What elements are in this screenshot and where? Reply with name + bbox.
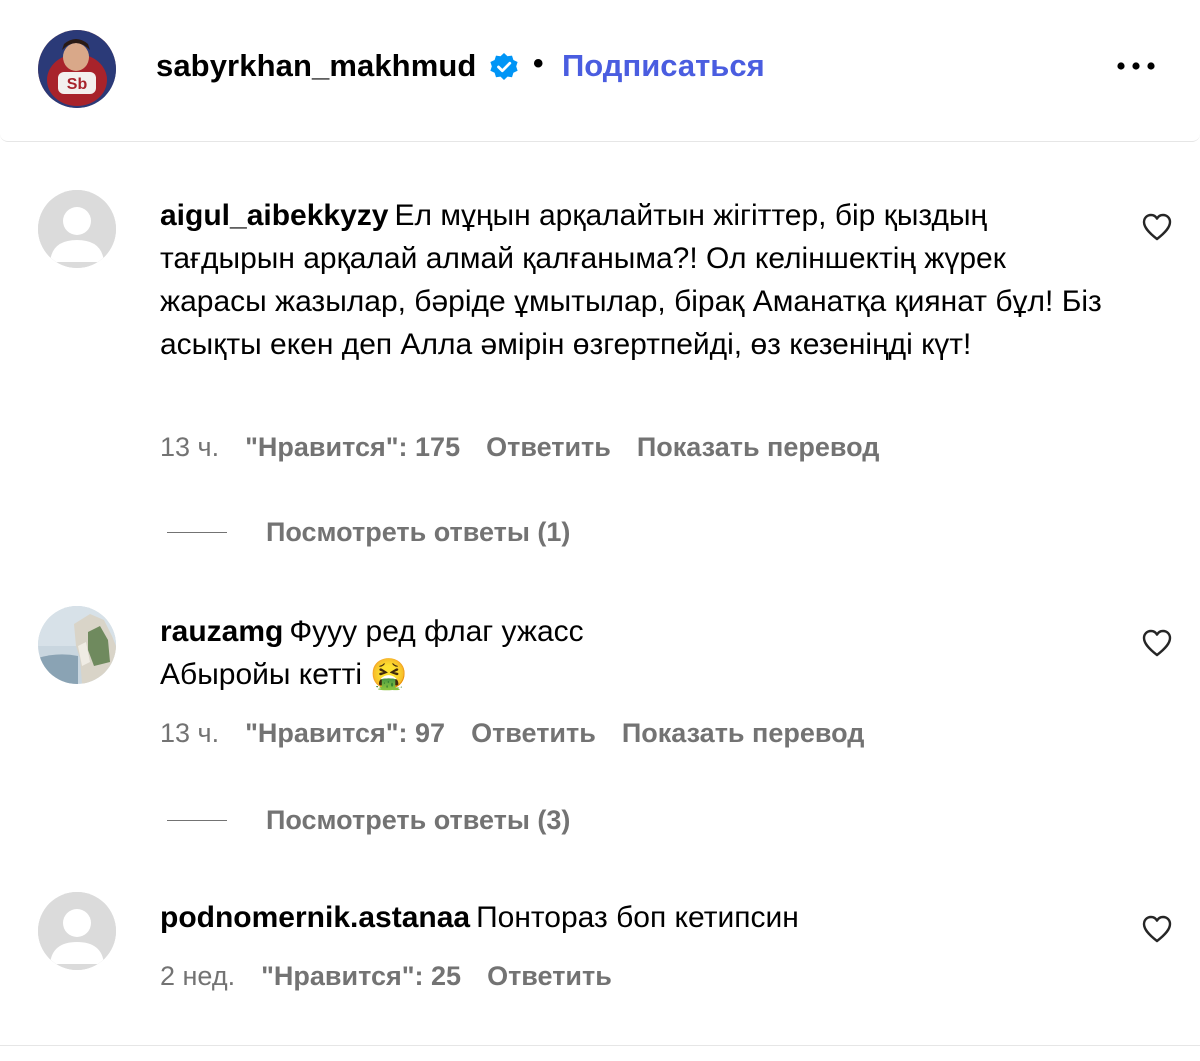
replies-divider-line (167, 532, 227, 533)
comment-meta: 13 ч. "Нравится": 97 Ответить Показать пере… (160, 718, 890, 749)
view-replies-label[interactable]: Посмотреть ответы (1) (266, 517, 570, 548)
show-translation-button[interactable]: Показать перевод (622, 718, 865, 748)
comment-time[interactable]: 13 ч. (160, 432, 219, 462)
reply-button[interactable]: Ответить (487, 961, 612, 991)
comment-likes[interactable]: "Нравится": 97 (245, 718, 445, 748)
verified-badge-icon (490, 53, 518, 80)
comment-text-line: Абыройы кетті (160, 658, 363, 691)
comment-time[interactable]: 13 ч. (160, 718, 219, 748)
separator-dot: • (533, 47, 544, 80)
bottom-divider (0, 1045, 1200, 1046)
comment-meta: 13 ч. "Нравится": 175 Ответить Показать пер… (160, 432, 905, 463)
comment-text: Понтораз боп кетипсин (476, 901, 799, 934)
reply-button[interactable]: Ответить (471, 718, 596, 748)
like-heart-icon[interactable] (1142, 629, 1172, 657)
comment-body: aigul_aibekkyzy Ел мұңын арқалайтын жігіт… (160, 194, 1120, 366)
post-header: Sb sabyrkhan_makhmud • Подписаться (0, 0, 1200, 142)
view-replies-label[interactable]: Посмотреть ответы (3) (266, 805, 570, 836)
like-heart-icon[interactable] (1142, 213, 1172, 241)
show-translation-button[interactable]: Показать перевод (637, 432, 880, 462)
comment-body: podnomernik.astanaa Понтораз боп кетипсин (160, 896, 1120, 939)
comment-meta: 2 нед. "Нравится": 25 Ответить (160, 961, 638, 992)
svg-text:Sb: Sb (67, 76, 88, 93)
reply-button[interactable]: Ответить (486, 432, 611, 462)
replies-divider-line (167, 820, 227, 821)
comment-time[interactable]: 2 нед. (160, 961, 235, 991)
comment-likes[interactable]: "Нравится": 25 (261, 961, 461, 991)
comment-likes[interactable]: "Нравится": 175 (245, 432, 460, 462)
more-horizontal-icon[interactable] (1114, 58, 1158, 74)
comment-username[interactable]: rauzamg (160, 615, 283, 648)
author-username[interactable]: sabyrkhan_makhmud (156, 48, 476, 84)
comment-username[interactable]: podnomernik.astanaa (160, 901, 470, 934)
comment-text: Фууу ред флаг ужасс (289, 615, 584, 648)
like-heart-icon[interactable] (1142, 915, 1172, 943)
follow-button[interactable]: Подписаться (562, 48, 765, 84)
vomiting-face-emoji: 🤮 (370, 658, 408, 691)
commenter-avatar[interactable] (38, 606, 116, 684)
comment-body: rauzamg Фууу ред флаг ужасс Абыройы кетті… (160, 610, 1120, 696)
comment-username[interactable]: aigul_aibekkyzy (160, 199, 388, 232)
author-avatar[interactable]: Sb (38, 30, 116, 108)
commenter-avatar[interactable] (38, 190, 116, 268)
commenter-avatar[interactable] (38, 892, 116, 970)
